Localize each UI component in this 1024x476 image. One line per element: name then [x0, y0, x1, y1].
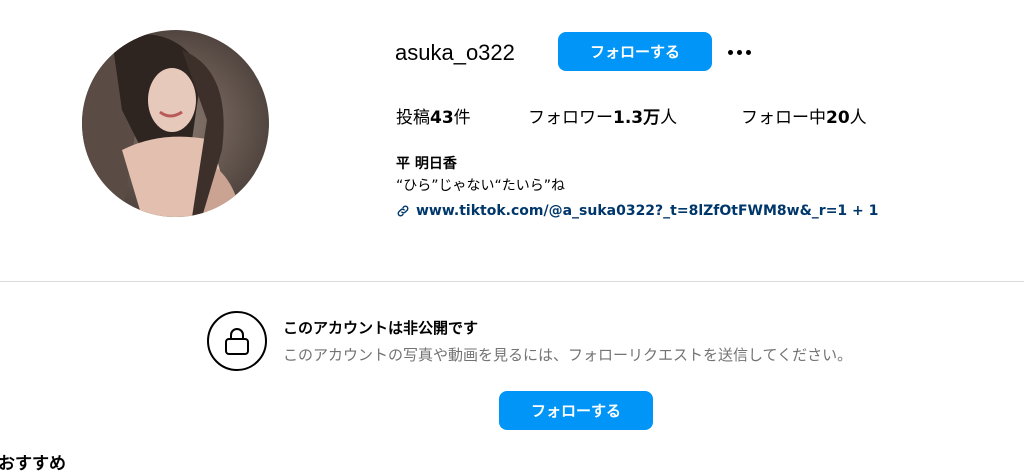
- lock-glyph: [225, 328, 249, 355]
- profile-avatar[interactable]: [82, 30, 269, 217]
- private-account-description: このアカウントの写真や動画を見るには、フォローリクエストを送信してください。: [283, 346, 853, 364]
- dot: [737, 49, 742, 55]
- posts-value: 43: [430, 108, 454, 128]
- lock-icon: [207, 311, 267, 371]
- suggestions-heading: おすすめ: [0, 454, 66, 474]
- followers-count[interactable]: フォロワー1.3万人: [528, 106, 677, 130]
- posts-count: 投稿43件: [396, 106, 471, 130]
- profile-link-text: www.tiktok.com/@a_suka0322?_t=8lZfOtFWM8…: [416, 203, 879, 219]
- following-suffix: 人: [849, 108, 867, 128]
- profile-bio: “ひら”じゃない“たいら”ね: [396, 178, 566, 194]
- avatar-photo: [82, 30, 269, 217]
- following-label: フォロー中: [741, 108, 826, 128]
- follow-button[interactable]: フォローする: [558, 32, 712, 71]
- section-divider: [0, 281, 1024, 282]
- follow-request-button[interactable]: フォローする: [499, 391, 653, 430]
- profile-link[interactable]: www.tiktok.com/@a_suka0322?_t=8lZfOtFWM8…: [396, 201, 878, 221]
- following-count[interactable]: フォロー中20人: [741, 106, 867, 130]
- private-account-title: このアカウントは非公開です: [283, 319, 479, 337]
- following-value: 20: [826, 108, 850, 128]
- more-options-icon[interactable]: [728, 42, 756, 62]
- dot: [746, 49, 751, 55]
- followers-value: 1.3万: [613, 108, 661, 128]
- dot: [728, 49, 733, 55]
- profile-full-name: 平 明日香: [396, 156, 457, 172]
- posts-label: 投稿: [396, 108, 430, 128]
- profile-username: asuka_o322: [395, 40, 515, 65]
- link-icon: [397, 205, 409, 217]
- posts-suffix: 件: [453, 108, 471, 128]
- followers-suffix: 人: [660, 108, 678, 128]
- followers-label: フォロワー: [528, 108, 613, 128]
